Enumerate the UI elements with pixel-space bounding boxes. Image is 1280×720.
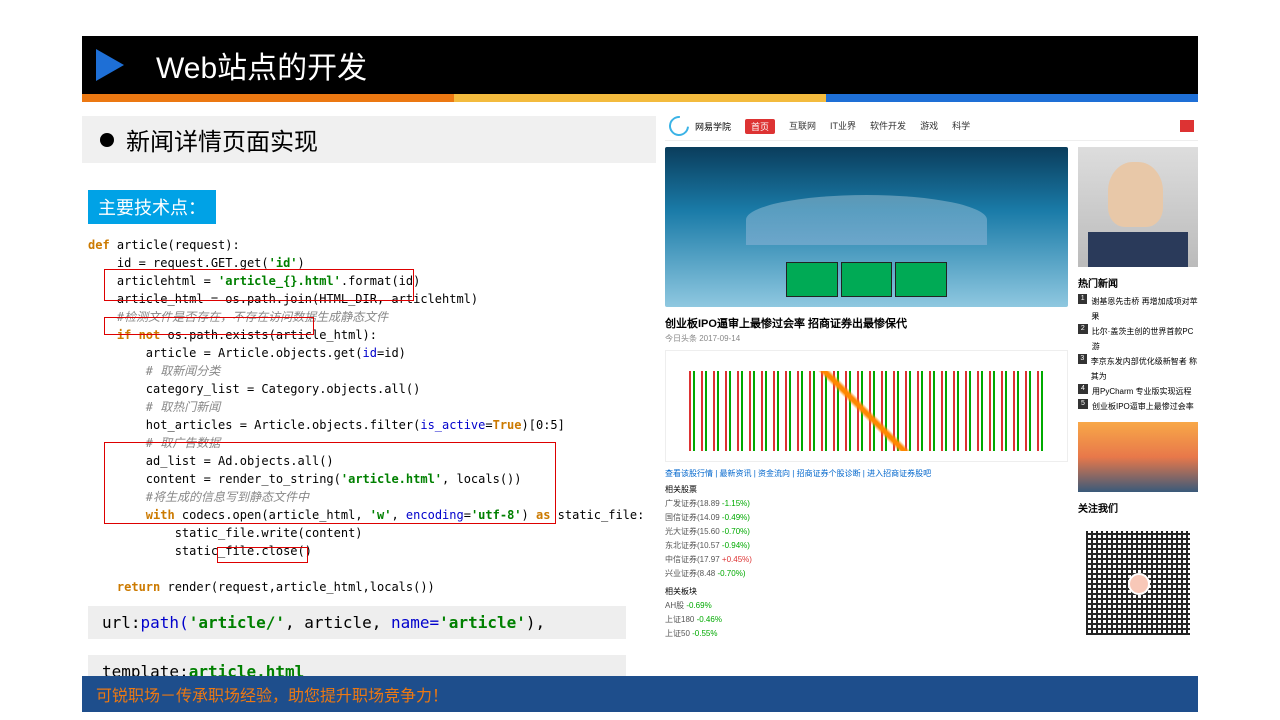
nav-item: IT业界 — [830, 119, 856, 134]
stock-row: AH股 -0.69% — [665, 599, 1068, 613]
nav-item: 科学 — [952, 119, 970, 134]
article-title: 创业板IPO逼审上最惨过会率 招商证券出最惨保代 — [665, 315, 1068, 331]
list-item: 3李京东发内部优化级新智者 称其为 — [1078, 354, 1198, 384]
title-bar: Web站点的开发 — [82, 36, 1198, 94]
related-stocks: 相关股票 广发证券(18.89 -1.15%)国信证券(14.09 -0.49%… — [665, 483, 1068, 641]
url-row: url:path('article/', article, name='arti… — [88, 606, 626, 639]
stock-row: 东北证券(10.57 -0.94%) — [665, 539, 1068, 553]
nav-item: 互联网 — [789, 119, 816, 134]
search-icon — [1180, 120, 1194, 132]
list-item: 1谢基恩先击桥 再增加成项对苹果 — [1078, 294, 1198, 324]
site-logo-icon — [665, 112, 693, 140]
webpage-preview: 网易学院 首页互联网 IT业界软件开发游戏科学 创业板IPO逼审上最惨过会率 招商… — [665, 112, 1198, 680]
tech-tag: 主要技术点： — [88, 190, 216, 224]
stock-chart — [665, 350, 1068, 462]
slide-title: Web站点的开发 — [156, 43, 367, 87]
accent-bar — [82, 94, 1198, 102]
portrait-image — [1078, 147, 1198, 267]
stock-row: 上证180 -0.46% — [665, 613, 1068, 627]
subtitle: 新闻详情页面实现 — [82, 116, 656, 163]
footer: 可锐职场－传承职场经验，助您提升职场竞争力！ — [82, 676, 1198, 712]
highlight-box-4 — [217, 547, 308, 563]
hot-news-list: 1谢基恩先击桥 再增加成项对苹果2比尔·盖茨主创的世界首款PC游3李京东发内部优… — [1078, 294, 1198, 414]
highlight-box-3 — [104, 442, 556, 524]
article-meta: 今日头条 2017-09-14 — [665, 333, 1068, 344]
play-icon — [96, 49, 124, 81]
sunset-image — [1078, 422, 1198, 492]
nav-item: 游戏 — [920, 119, 938, 134]
site-brand: 网易学院 — [695, 120, 731, 133]
site-nav: 首页互联网 IT业界软件开发游戏科学 — [745, 119, 970, 134]
hero-image — [665, 147, 1068, 307]
stock-row: 中信证券(17.97 +0.45%) — [665, 553, 1068, 567]
nav-item: 首页 — [745, 119, 775, 134]
stock-row: 广发证券(18.89 -1.15%) — [665, 497, 1068, 511]
stock-row: 光大证券(15.60 -0.70%) — [665, 525, 1068, 539]
chart-links: 查看该股行情 | 最新资讯 | 资金流向 | 招商证券个股诊断 | 进入招商证券… — [665, 468, 1068, 479]
hot-news-title: 热门新闻 — [1078, 275, 1198, 290]
qr-code — [1078, 523, 1198, 643]
list-item: 4用PyCharm 专业版实现远程 — [1078, 384, 1198, 399]
highlight-box-2 — [104, 317, 314, 335]
list-item: 5创业板IPO逼审上最惨过会率 — [1078, 399, 1198, 414]
nav-item: 软件开发 — [870, 119, 906, 134]
stock-row: 兴业证券(8.48 -0.70%) — [665, 567, 1068, 581]
bullet-icon — [100, 133, 114, 147]
stock-row: 国信证券(14.09 -0.49%) — [665, 511, 1068, 525]
stock-row: 上证50 -0.55% — [665, 627, 1068, 641]
follow-title: 关注我们 — [1078, 500, 1198, 515]
list-item: 2比尔·盖茨主创的世界首款PC游 — [1078, 324, 1198, 354]
highlight-box-1 — [104, 269, 414, 301]
